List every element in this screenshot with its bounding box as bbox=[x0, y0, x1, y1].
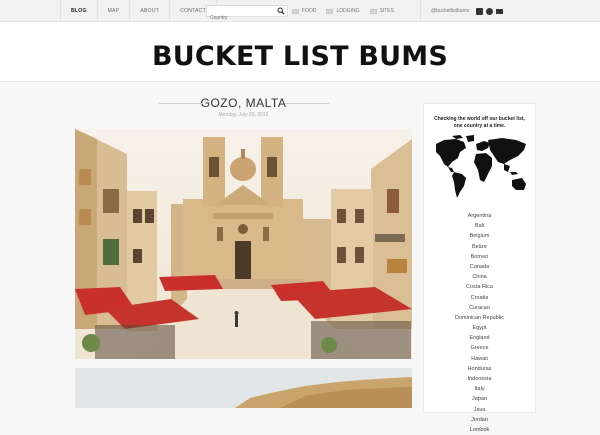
country-link[interactable]: Canada bbox=[424, 262, 535, 272]
category-sites[interactable]: SITES bbox=[369, 8, 394, 14]
basilica-illustration bbox=[75, 129, 412, 359]
post-title[interactable]: GOZO, MALTA bbox=[201, 96, 287, 110]
search-box bbox=[206, 5, 288, 23]
world-map-icon[interactable] bbox=[430, 134, 530, 200]
nav-about[interactable]: ABOUT bbox=[129, 0, 169, 22]
sidebar: Checking the world off our bucket list, … bbox=[423, 103, 536, 433]
tagline-line-1: Checking the world off our bucket list, bbox=[434, 116, 525, 122]
country-link[interactable]: Italy bbox=[424, 384, 535, 394]
post-date: Monday, July 20, 2015 bbox=[218, 112, 269, 118]
main-nav: BLOG MAP ABOUT CONTACT bbox=[60, 0, 218, 22]
search-icon[interactable] bbox=[277, 7, 285, 15]
country-link[interactable]: China bbox=[424, 272, 535, 282]
tagline-line-2: one country at a time. bbox=[453, 123, 506, 129]
sites-icon bbox=[369, 8, 377, 14]
country-link[interactable]: Belize bbox=[424, 242, 535, 252]
category-lodging[interactable]: LODGING bbox=[326, 8, 360, 14]
category-sites-label: SITES bbox=[379, 8, 394, 14]
country-link[interactable]: Curacao bbox=[424, 303, 535, 313]
masthead: BUCKET LIST BUMS bbox=[0, 22, 600, 82]
lodging-icon bbox=[326, 8, 334, 14]
country-link[interactable]: Greece bbox=[424, 343, 535, 353]
country-link[interactable]: Hawaii bbox=[424, 354, 535, 364]
top-bar: BLOG MAP ABOUT CONTACT FOOD LODGING SITE… bbox=[0, 0, 600, 23]
sidebar-tagline: Checking the world off our bucket list, … bbox=[424, 116, 535, 130]
country-link[interactable]: Egypt bbox=[424, 323, 535, 333]
title-rule-right bbox=[285, 103, 329, 104]
coast-illustration bbox=[75, 368, 412, 408]
nav-map[interactable]: MAP bbox=[96, 0, 130, 22]
site-logo[interactable]: BUCKET LIST BUMS bbox=[0, 42, 600, 72]
category-food-label: FOOD bbox=[302, 8, 317, 14]
instagram-icon[interactable] bbox=[476, 7, 484, 15]
country-link[interactable]: Japan bbox=[424, 394, 535, 404]
country-link[interactable]: Bali bbox=[424, 221, 535, 231]
country-link[interactable]: Dominican Republic bbox=[424, 313, 535, 323]
post-title-wrap: GOZO, MALTA bbox=[75, 94, 412, 112]
country-list: Argentina Bali Belgium Belize Borneo Canada Ch… bbox=[424, 211, 535, 435]
social-links: @bucketlistbums bbox=[420, 0, 504, 22]
nav-blog[interactable]: BLOG bbox=[60, 0, 97, 22]
country-link[interactable]: Java bbox=[424, 405, 535, 415]
country-link[interactable]: Argentina bbox=[424, 211, 535, 221]
twitter-icon[interactable] bbox=[486, 7, 494, 15]
country-link[interactable]: Croatia bbox=[424, 293, 535, 303]
country-link[interactable]: Lombok bbox=[424, 425, 535, 435]
category-lodging-label: LODGING bbox=[336, 8, 360, 14]
country-link[interactable]: Indonesia bbox=[424, 374, 535, 384]
country-link[interactable]: Jordan bbox=[424, 415, 535, 425]
social-handle[interactable]: @bucketlistbums bbox=[431, 8, 469, 14]
country-link[interactable]: Belgium bbox=[424, 231, 535, 241]
country-link[interactable]: Honduras bbox=[424, 364, 535, 374]
title-rule-left bbox=[159, 103, 203, 104]
country-link[interactable]: England bbox=[424, 333, 535, 343]
food-icon bbox=[292, 8, 299, 14]
category-filters: FOOD LODGING SITES bbox=[292, 0, 404, 22]
post-header: GOZO, MALTA Monday, July 20, 2015 bbox=[75, 94, 412, 118]
category-food[interactable]: FOOD bbox=[292, 8, 316, 14]
post-photo-coast[interactable] bbox=[75, 368, 412, 408]
country-link[interactable]: Costa Rica bbox=[424, 282, 535, 292]
email-icon[interactable] bbox=[496, 8, 504, 14]
post-photo-basilica[interactable] bbox=[75, 129, 412, 359]
country-link[interactable]: Borneo bbox=[424, 252, 535, 262]
